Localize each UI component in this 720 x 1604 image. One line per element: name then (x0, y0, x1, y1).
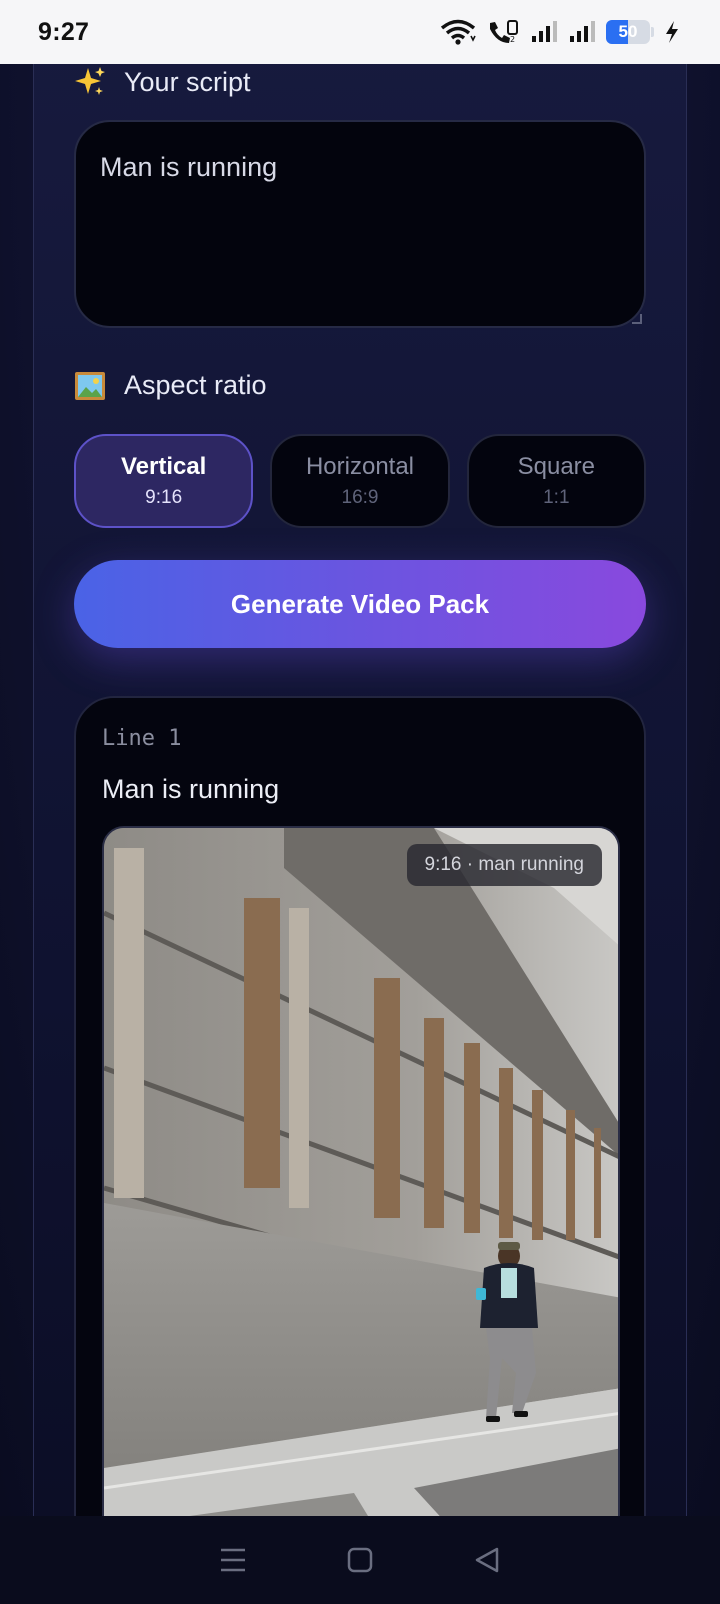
menu-icon[interactable] (219, 1547, 247, 1573)
status-bar: 9:27 2 50 (0, 0, 720, 64)
back-icon[interactable] (473, 1546, 501, 1574)
home-icon[interactable] (346, 1546, 374, 1574)
ratio-option-value: 1:1 (543, 487, 570, 508)
preview-tag: 9:16 · man running (406, 844, 602, 886)
preview-image (104, 828, 618, 1516)
ratio-option-name: Vertical (120, 453, 207, 480)
script-section-header: Your script (74, 66, 251, 98)
ratio-option-name: Horizontal (305, 453, 415, 480)
resize-handle-icon[interactable] (632, 314, 642, 324)
system-nav-bar (0, 1516, 720, 1604)
video-preview[interactable]: 9:16 · man running (102, 826, 620, 1516)
content-viewport[interactable]: Your script Man is running Aspect ratio … (0, 64, 720, 1516)
script-section-title: Your script (124, 66, 251, 97)
ratio-option-value: 9:16 (145, 487, 183, 508)
ratio-option-vertical[interactable]: Vertical 9:16 (74, 434, 254, 528)
aspect-ratio-selector: Vertical 9:16 Horizontal 16:9 Square 1:1 (74, 434, 646, 528)
status-icons: 2 50 (440, 19, 680, 45)
ratio-option-horizontal[interactable]: Horizontal 16:9 (270, 434, 450, 528)
charging-bolt-icon (666, 21, 678, 43)
ratio-option-square[interactable]: Square 1:1 (466, 434, 646, 528)
generate-video-pack-button[interactable]: Generate Video Pack (74, 560, 646, 648)
sparkles-icon (75, 67, 105, 95)
signal-2-icon (570, 21, 595, 42)
battery-icon: 50 (606, 20, 650, 44)
aspect-section-header: Aspect ratio (74, 370, 267, 401)
aspect-section-title: Aspect ratio (124, 370, 267, 400)
status-time: 9:27 (38, 17, 90, 46)
wifi-icon (440, 19, 476, 45)
battery-level: 50 (618, 22, 638, 41)
signal-1-icon (532, 21, 557, 42)
ratio-option-name: Square (517, 453, 596, 480)
script-textarea[interactable]: Man is running (74, 120, 646, 328)
volte-call-icon: 2 (490, 20, 518, 44)
result-card: Line 1 Man is running 9:16 · man running (74, 696, 646, 1516)
svg-text:2: 2 (510, 35, 515, 44)
ratio-option-value: 16:9 (341, 487, 379, 508)
line-text: Man is running (102, 774, 280, 804)
framed-picture-icon (75, 371, 105, 400)
script-text: Man is running (100, 152, 278, 182)
line-label: Line 1 (102, 726, 182, 751)
